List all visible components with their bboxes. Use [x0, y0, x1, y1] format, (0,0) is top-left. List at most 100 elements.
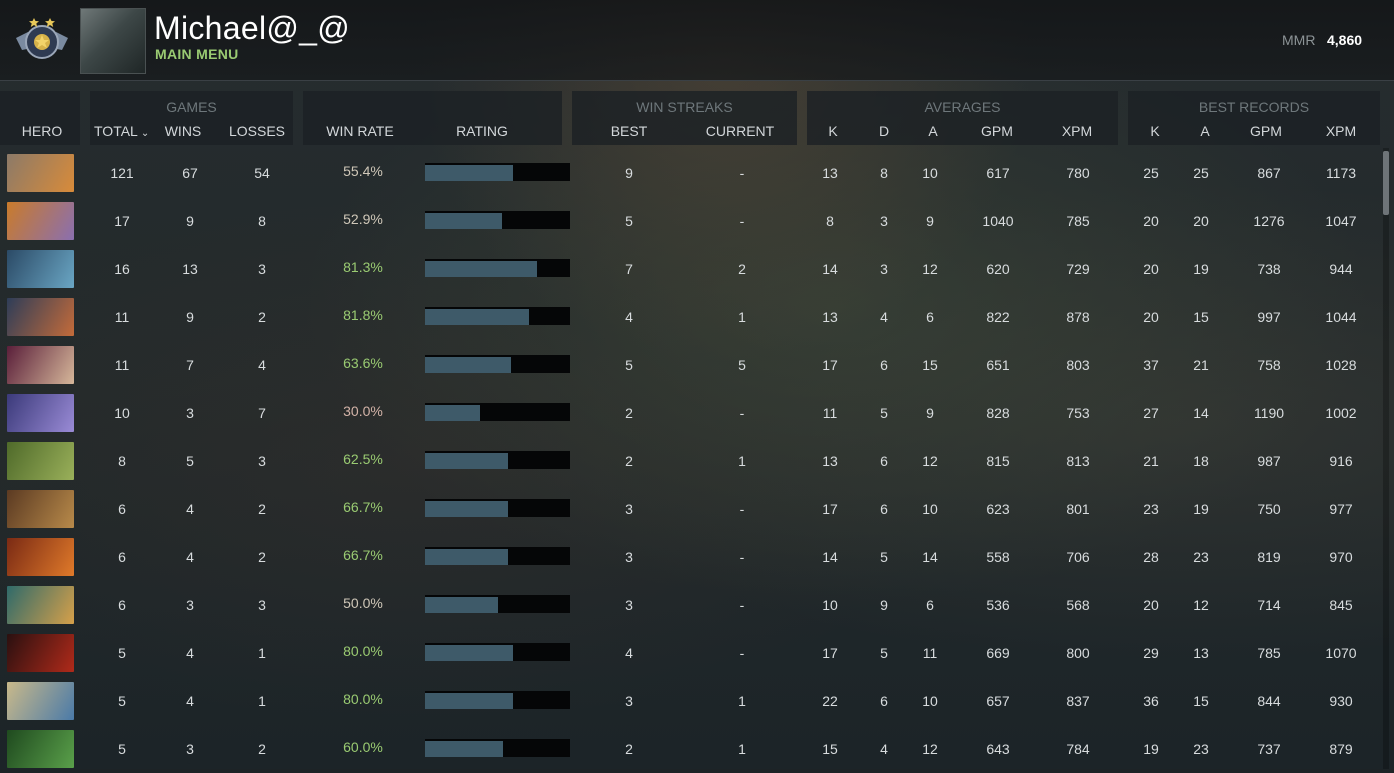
hero-portrait[interactable]	[7, 394, 74, 432]
rating-bar-fill	[425, 213, 502, 229]
total-cell: 6	[118, 501, 126, 517]
total-cell: 5	[118, 693, 126, 709]
rating-bar	[425, 355, 570, 373]
hero-portrait[interactable]	[7, 538, 74, 576]
avg-assists-cell: 15	[922, 357, 938, 373]
best-kills-cell: 21	[1143, 453, 1159, 469]
losses-cell: 1	[258, 693, 266, 709]
win-rate-cell: 81.8%	[343, 307, 383, 323]
best-gpm-cell: 737	[1257, 741, 1281, 757]
avg-gpm-cell: 657	[986, 693, 1010, 709]
avg-deaths-column-header[interactable]: D	[869, 123, 899, 139]
best-kills-column-header[interactable]: K	[1140, 123, 1170, 139]
best-streak-cell: 3	[625, 549, 633, 565]
table-row[interactable]: 8 5 3 62.5% 2 1 13 6 12 815 813 21 18 987 916	[0, 437, 1380, 485]
best-gpm-cell: 1276	[1253, 213, 1285, 229]
best-gpm-cell: 867	[1257, 165, 1281, 181]
hero-portrait[interactable]	[7, 682, 74, 720]
hero-portrait[interactable]	[7, 730, 74, 768]
hero-portrait[interactable]	[7, 202, 74, 240]
hero-column-header[interactable]: HERO	[0, 123, 84, 139]
rating-bar-fill	[425, 357, 511, 373]
table-row[interactable]: 11 9 2 81.8% 4 1 13 4 6 822 878 20 15 997 1044	[0, 293, 1380, 341]
avg-xpm-cell: 753	[1066, 405, 1090, 421]
hero-portrait[interactable]	[7, 586, 74, 624]
losses-cell: 2	[258, 309, 266, 325]
win-rate-cell: 30.0%	[343, 403, 383, 419]
total-column-header[interactable]: TOTAL ⌄	[94, 123, 149, 139]
hero-portrait[interactable]	[7, 346, 74, 384]
best-xpm-cell: 916	[1329, 453, 1353, 469]
table-row[interactable]: 10 3 7 30.0% 2 - 11 5 9 828 753 27 14 1190 1002	[0, 389, 1380, 437]
avg-kills-cell: 17	[822, 357, 838, 373]
avg-assists-cell: 10	[922, 693, 938, 709]
wins-column-header[interactable]: WINS	[158, 123, 208, 139]
hero-portrait[interactable]	[7, 634, 74, 672]
best-gpm-cell: 750	[1257, 501, 1281, 517]
avg-assists-cell: 6	[926, 597, 934, 613]
avg-deaths-cell: 6	[880, 453, 888, 469]
avg-deaths-cell: 3	[880, 261, 888, 277]
avg-kills-column-header[interactable]: K	[818, 123, 848, 139]
mmr-label: MMR	[1282, 32, 1316, 48]
avg-gpm-cell: 623	[986, 501, 1010, 517]
rating-column-header[interactable]: RATING	[442, 123, 522, 139]
header-bar: Michael@_@ MAIN MENU MMR 4,860	[0, 0, 1394, 81]
best-streak-column-header[interactable]: BEST	[604, 123, 654, 139]
best-streak-cell: 9	[625, 165, 633, 181]
avg-gpm-column-header[interactable]: GPM	[972, 123, 1022, 139]
avg-assists-column-header[interactable]: A	[918, 123, 948, 139]
hero-portrait[interactable]	[7, 250, 74, 288]
losses-column-header[interactable]: LOSSES	[226, 123, 288, 139]
best-assists-column-header[interactable]: A	[1190, 123, 1220, 139]
avg-xpm-cell: 568	[1066, 597, 1090, 613]
best-xpm-column-header[interactable]: XPM	[1316, 123, 1366, 139]
best-gpm-cell: 785	[1257, 645, 1281, 661]
hero-portrait[interactable]	[7, 154, 74, 192]
hero-portrait[interactable]	[7, 442, 74, 480]
hero-portrait[interactable]	[7, 490, 74, 528]
best-gpm-column-header[interactable]: GPM	[1241, 123, 1291, 139]
table-row[interactable]: 17 9 8 52.9% 5 - 8 3 9 1040 785 20 20 1276 1047	[0, 197, 1380, 245]
player-name[interactable]: Michael@_@	[154, 10, 350, 47]
current-streak-column-header[interactable]: CURRENT	[700, 123, 780, 139]
current-streak-cell: -	[739, 213, 745, 229]
avg-xpm-cell: 729	[1066, 261, 1090, 277]
avg-assists-cell: 10	[922, 165, 938, 181]
table-row[interactable]: 11 7 4 63.6% 5 5 17 6 15 651 803 37 21 758 1028	[0, 341, 1380, 389]
table-row[interactable]: 6 4 2 66.7% 3 - 14 5 14 558 706 28 23 819 970	[0, 533, 1380, 581]
scrollbar-thumb[interactable]	[1383, 151, 1389, 215]
main-menu-link[interactable]: MAIN MENU	[155, 46, 239, 62]
hero-portrait[interactable]	[7, 298, 74, 336]
table-row[interactable]: 5 4 1 80.0% 4 - 17 5 11 669 800 29 13 785 1070	[0, 629, 1380, 677]
win-rate-cell: 52.9%	[343, 211, 383, 227]
best-gpm-cell: 758	[1257, 357, 1281, 373]
avg-assists-cell: 6	[926, 309, 934, 325]
table-row[interactable]: 5 3 2 60.0% 2 1 15 4 12 643 784 19 23 737 879	[0, 725, 1380, 773]
table-row[interactable]: 6 3 3 50.0% 3 - 10 9 6 536 568 20 12 714 845	[0, 581, 1380, 629]
avg-xpm-column-header[interactable]: XPM	[1052, 123, 1102, 139]
rating-bar-fill	[425, 309, 529, 325]
avg-kills-cell: 17	[822, 645, 838, 661]
rating-bar	[425, 307, 570, 325]
table-row[interactable]: 5 4 1 80.0% 3 1 22 6 10 657 837 36 15 844 930	[0, 677, 1380, 725]
averages-group-title: AVERAGES	[924, 99, 1001, 115]
avg-gpm-cell: 620	[986, 261, 1010, 277]
rating-bar	[425, 739, 570, 757]
table-row[interactable]: 16 13 3 81.3% 7 2 14 3 12 620 729 20 19 738 944	[0, 245, 1380, 293]
avg-gpm-cell: 815	[986, 453, 1010, 469]
table-row[interactable]: 6 4 2 66.7% 3 - 17 6 10 623 801 23 19 750 977	[0, 485, 1380, 533]
win-rate-cell: 60.0%	[343, 739, 383, 755]
rating-bar-fill	[425, 597, 498, 613]
avg-assists-cell: 9	[926, 405, 934, 421]
win-rate-column-header[interactable]: WIN RATE	[320, 123, 400, 139]
best-xpm-cell: 879	[1329, 741, 1353, 757]
table-scrollbar[interactable]	[1383, 148, 1389, 769]
player-avatar[interactable]	[80, 8, 146, 74]
best-records-group-title: BEST RECORDS	[1198, 99, 1310, 115]
wins-cell: 67	[182, 165, 198, 181]
table-row[interactable]: 121 67 54 55.4% 9 - 13 8 10 617 780 25 25 867 1173	[0, 149, 1380, 197]
avg-gpm-cell: 651	[986, 357, 1010, 373]
rating-bar-fill	[425, 165, 513, 181]
best-xpm-cell: 1173	[1325, 165, 1357, 181]
